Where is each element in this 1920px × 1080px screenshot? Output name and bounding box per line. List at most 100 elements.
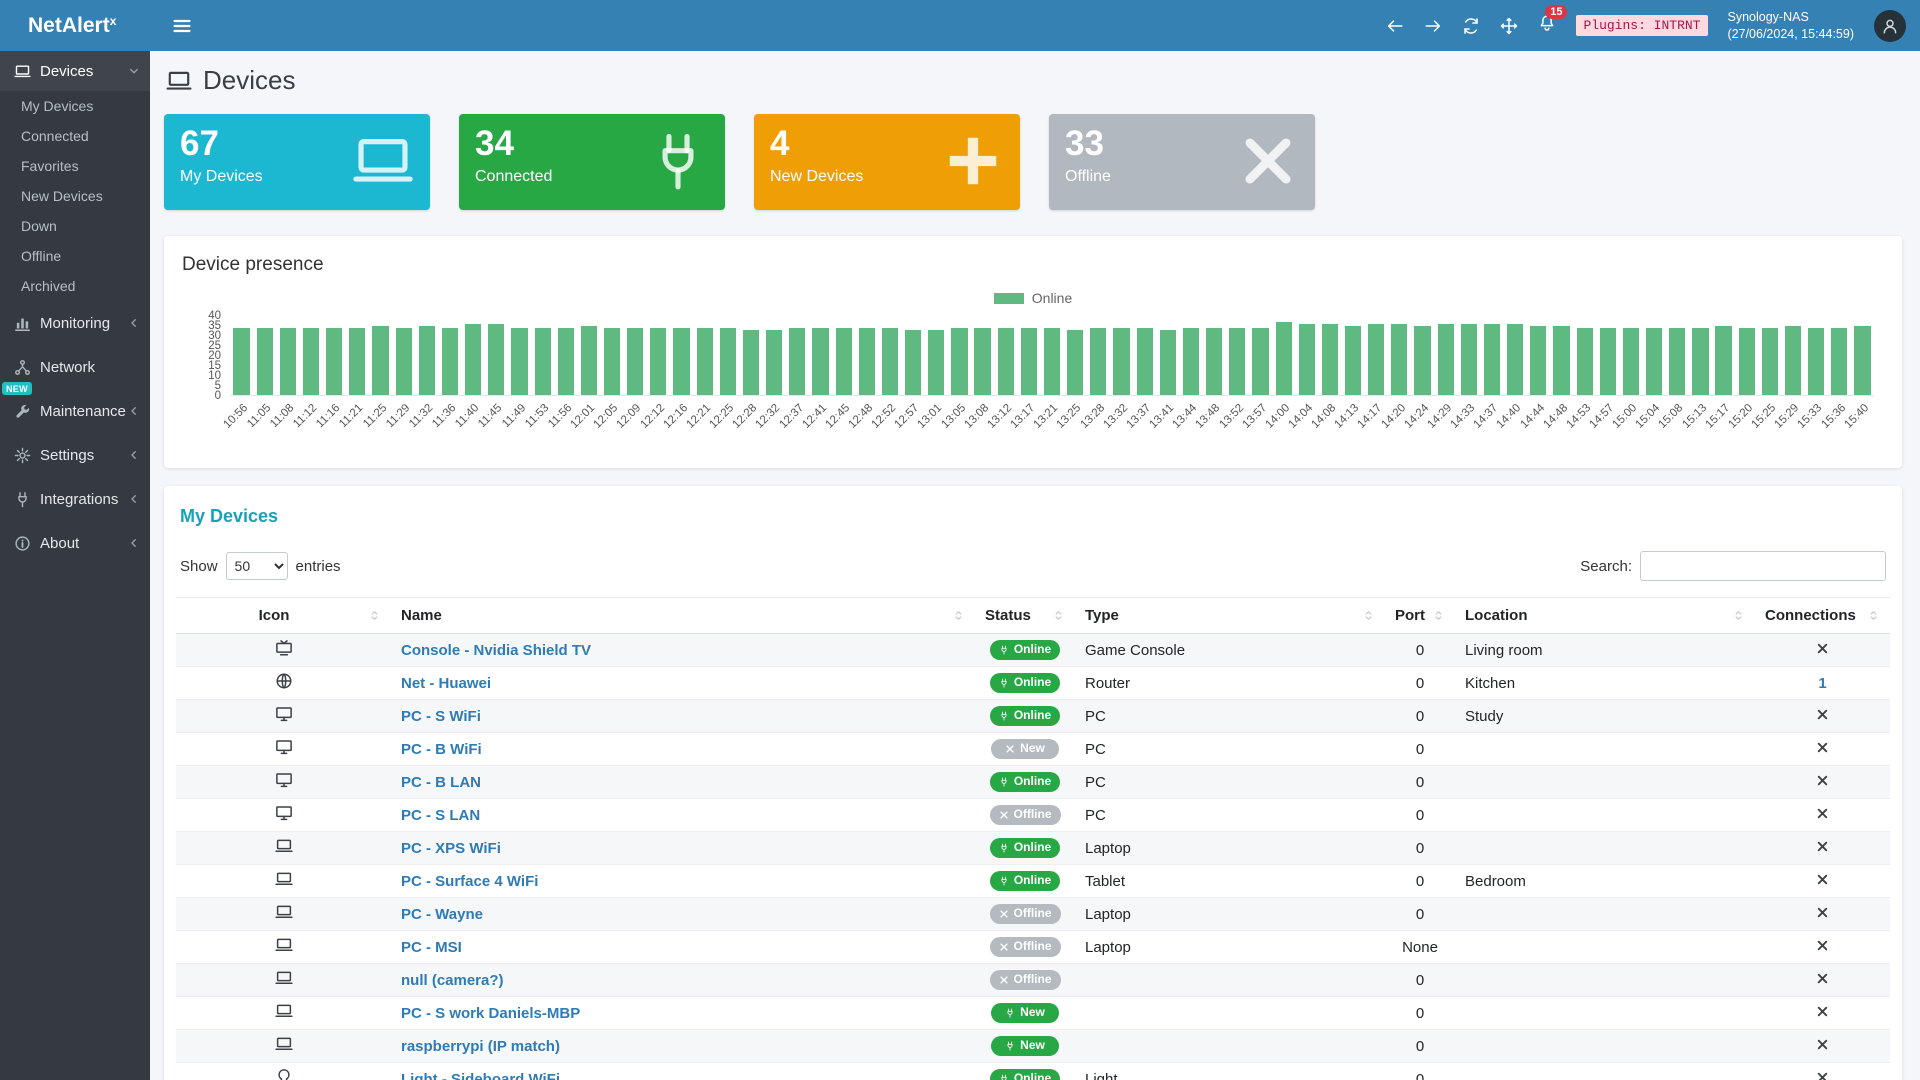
stat-card-connected[interactable]: 34Connected [459,114,725,210]
sidebar-item-monitoring[interactable]: Monitoring [0,301,150,345]
online-count-bar [1530,326,1546,395]
device-port: 0 [1385,898,1455,931]
device-name-link[interactable]: PC - MSI [401,939,462,956]
user-avatar[interactable] [1874,10,1906,42]
column-header-type[interactable]: Type [1075,598,1385,634]
x-icon [999,942,1009,952]
no-connection-x-icon[interactable] [1816,1005,1829,1018]
bar-slot: 15:25 [1758,316,1781,395]
device-name-link[interactable]: PC - S work Daniels-MBP [401,1005,580,1022]
device-name-link[interactable]: PC - B WiFi [401,741,482,758]
connections-count-link[interactable]: 1 [1818,675,1826,692]
bar-slot: 14:40 [1504,316,1527,395]
presence-chart: 4035302520151050 10:5611:0511:0811:1211:… [230,316,1874,396]
no-connection-x-icon[interactable] [1816,1071,1829,1080]
brand-logo[interactable]: NetAlertx [0,14,150,38]
device-name-link[interactable]: null (camera?) [401,972,504,989]
device-name-link[interactable]: PC - XPS WiFi [401,840,501,857]
device-type: Laptop [1075,931,1385,964]
legend-label: Online [1032,290,1072,306]
no-connection-x-icon[interactable] [1816,873,1829,886]
no-connection-x-icon[interactable] [1816,708,1829,721]
column-header-connections[interactable]: Connections [1755,598,1890,634]
x-tick-label: 14:33 [1449,402,1478,431]
no-connection-x-icon[interactable] [1816,1038,1829,1051]
page-size-select[interactable]: 50 [226,552,288,580]
device-name-link[interactable]: Console - Nvidia Shield TV [401,642,591,659]
x-tick-label: 13:52 [1217,402,1246,431]
device-name-link[interactable]: Net - Huawei [401,675,491,692]
device-name-link[interactable]: raspberrypi (IP match) [401,1038,560,1055]
bar-slot: 11:05 [253,316,276,395]
x-icon [999,810,1009,820]
x-tick-label: 13:37 [1124,402,1153,431]
device-location [1455,1063,1755,1080]
sidebar-item-settings[interactable]: Settings [0,433,150,477]
no-connection-x-icon[interactable] [1816,642,1829,655]
column-header-port[interactable]: Port [1385,598,1455,634]
device-name-link[interactable]: PC - Surface 4 WiFi [401,873,538,890]
column-header-name[interactable]: Name [391,598,975,634]
sidebar-subitem-offline[interactable]: Offline [0,241,150,271]
search-input[interactable] [1640,551,1886,581]
refresh-icon[interactable] [1462,17,1480,35]
device-port: 0 [1385,733,1455,766]
x-tick-label: 14:24 [1402,402,1431,431]
no-connection-x-icon[interactable] [1816,807,1829,820]
x-tick-label: 12:12 [638,402,667,431]
device-port: 0 [1385,997,1455,1030]
sidebar-item-devices[interactable]: Devices [0,51,150,91]
device-name-link[interactable]: PC - S LAN [401,807,480,824]
device-name-link[interactable]: PC - Wayne [401,906,483,923]
x-tick-label: 14:53 [1564,402,1593,431]
plugins-status-tag[interactable]: Plugins: INTRNT [1576,15,1707,36]
column-header-icon[interactable]: Icon [176,598,391,634]
no-connection-x-icon[interactable] [1816,741,1829,754]
sidebar-item-integrations[interactable]: Integrations [0,477,150,521]
sidebar-subitem-down[interactable]: Down [0,211,150,241]
x-tick-label: 15:33 [1796,402,1825,431]
stat-card-offline[interactable]: 33Offline [1049,114,1315,210]
chart-legend[interactable]: Online [180,290,1886,306]
no-connection-x-icon[interactable] [1816,972,1829,985]
bar-slot: 14:04 [1295,316,1318,395]
bar-slot: 12:09 [624,316,647,395]
sidebar-subitem-archived[interactable]: Archived [0,271,150,301]
no-connection-x-icon[interactable] [1816,906,1829,919]
monitor-icon [275,771,293,789]
hamburger-menu-icon[interactable] [172,16,192,36]
sidebar-subitem-connected[interactable]: Connected [0,121,150,151]
no-connection-x-icon[interactable] [1816,939,1829,952]
device-type [1075,964,1385,997]
stat-card-new-devices[interactable]: 4New Devices [754,114,1020,210]
x-tick-label: 11:53 [523,402,551,430]
notifications-bell[interactable]: 15 [1538,14,1556,37]
plug-icon [647,130,709,192]
sidebar-subitem-favorites[interactable]: Favorites [0,151,150,181]
online-count-bar [1507,324,1523,395]
bar-slot: 14:53 [1573,316,1596,395]
legend-swatch [994,293,1024,304]
nav-back-icon[interactable] [1386,17,1404,35]
x-tick-label: 15:29 [1773,402,1802,431]
sidebar-item-about[interactable]: About [0,521,150,565]
bar-slot: 11:12 [299,316,322,395]
device-name-link[interactable]: PC - B LAN [401,774,481,791]
nav-forward-icon[interactable] [1424,17,1442,35]
stat-card-my-devices[interactable]: 67My Devices [164,114,430,210]
sidebar-item-maintenance[interactable]: MaintenanceNEW [0,389,150,433]
device-name-link[interactable]: Light - Sideboard WiFi [401,1071,560,1080]
no-connection-x-icon[interactable] [1816,774,1829,787]
bar-slot: 14:20 [1388,316,1411,395]
status-label: Online [1014,676,1051,689]
sidebar-subitem-new-devices[interactable]: New Devices [0,181,150,211]
online-count-bar [1600,328,1616,395]
sidebar-subitem-my-devices[interactable]: My Devices [0,91,150,121]
device-name-link[interactable]: PC - S WiFi [401,708,481,725]
column-header-status[interactable]: Status [975,598,1075,634]
plus-icon [942,130,1004,192]
move-arrows-icon[interactable] [1500,17,1518,35]
no-connection-x-icon[interactable] [1816,840,1829,853]
column-header-location[interactable]: Location [1455,598,1755,634]
bar-slot: 15:04 [1643,316,1666,395]
